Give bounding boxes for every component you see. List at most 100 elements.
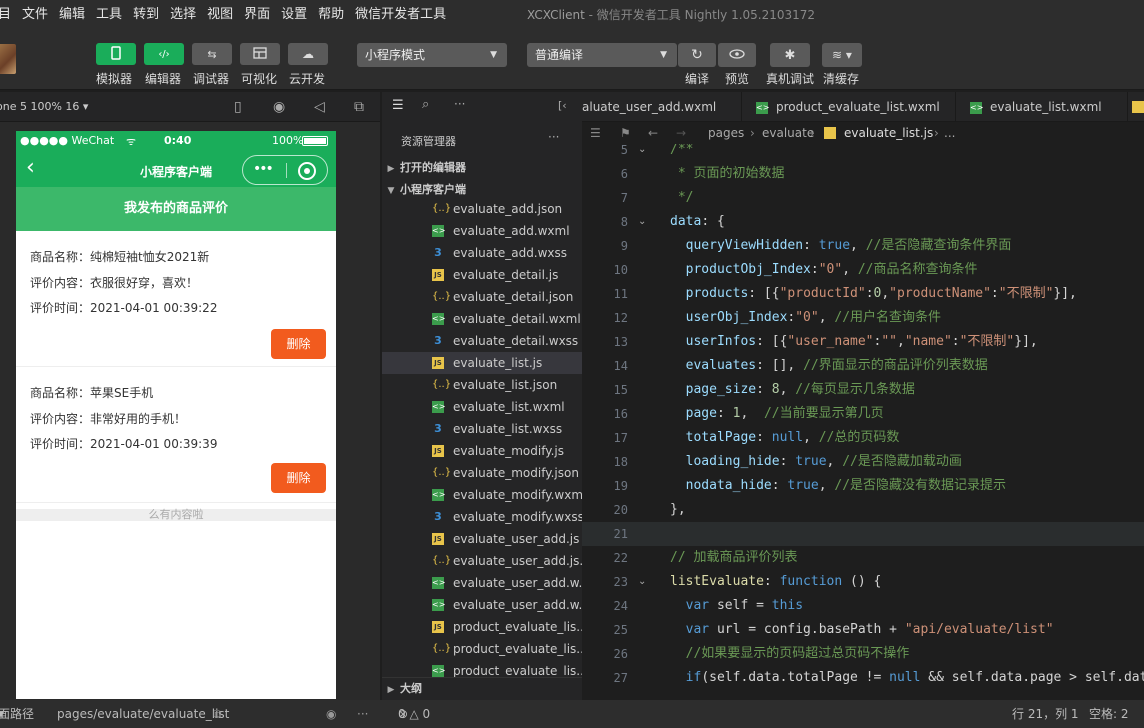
- file-item[interactable]: JS evaluate_modify.js: [382, 440, 582, 462]
- explorer-icon[interactable]: ☰: [392, 98, 404, 113]
- line-number: 10: [613, 263, 628, 277]
- breadcrumb-pages[interactable]: pages: [708, 122, 744, 144]
- tab-product-evaluate-list-wxml[interactable]: <> product_evaluate_list.wxml: [744, 92, 956, 122]
- file-item[interactable]: <> evaluate_modify.wxml: [382, 484, 582, 506]
- tab-evaluate-user-add-wxml[interactable]: aluate_user_add.wxml: [582, 92, 742, 122]
- file-item[interactable]: 3 evaluate_add.wxss: [382, 242, 582, 264]
- phone-icon[interactable]: ▯: [234, 99, 242, 115]
- menu-item-help[interactable]: 帮助: [313, 0, 350, 30]
- section-outline[interactable]: ▶ 大纲: [382, 677, 582, 699]
- capsule-menu[interactable]: •••: [242, 155, 328, 185]
- code-token: self =: [709, 598, 772, 613]
- json-file-icon: {..}: [432, 467, 452, 478]
- file-item[interactable]: {..} evaluate_modify.json: [382, 462, 582, 484]
- menu-item-goto[interactable]: 转到: [128, 0, 165, 30]
- menu-item-view-menu[interactable]: 视图: [202, 0, 239, 30]
- device-select[interactable]: one 5 100% 16 ▾: [0, 100, 88, 113]
- search-icon[interactable]: ⌕: [422, 97, 429, 112]
- status-time: 0:40: [164, 134, 192, 147]
- file-item[interactable]: <> evaluate_user_add.w...: [382, 572, 582, 594]
- remote-debug-button[interactable]: ✱: [770, 43, 810, 67]
- file-item[interactable]: <> evaluate_add.wxml: [382, 220, 582, 242]
- forward-arrow-icon[interactable]: →: [676, 122, 686, 144]
- file-name: evaluate_modify.wxss: [453, 510, 582, 524]
- cursor-position[interactable]: 行 21，列 1: [1012, 700, 1079, 728]
- file-item[interactable]: <> evaluate_list.wxml: [382, 396, 582, 418]
- fold-chevron-icon[interactable]: ⌄: [638, 570, 646, 594]
- split-editor-icon[interactable]: [‹: [558, 99, 567, 112]
- more-icon[interactable]: ···: [357, 700, 368, 728]
- editor-toggle-button[interactable]: ‹/›: [144, 43, 184, 65]
- file-item[interactable]: 3 evaluate_modify.wxss: [382, 506, 582, 528]
- visual-toggle-button[interactable]: [240, 43, 280, 65]
- wxml-file-icon: <>: [432, 665, 446, 677]
- breadcrumb-evaluate[interactable]: evaluate: [762, 122, 814, 144]
- debugger-toggle-button[interactable]: ⇆: [192, 43, 232, 65]
- explorer-more-icon[interactable]: ···: [548, 130, 559, 144]
- file-item[interactable]: <> evaluate_detail.wxml: [382, 308, 582, 330]
- file-name: evaluate_user_add.js: [453, 532, 580, 546]
- file-item[interactable]: {..} evaluate_list.json: [382, 374, 582, 396]
- file-item[interactable]: 3 evaluate_detail.wxss: [382, 330, 582, 352]
- avatar[interactable]: [0, 44, 16, 74]
- menu-item-tools[interactable]: 工具: [91, 0, 128, 30]
- more-icon[interactable]: ···: [454, 97, 465, 111]
- close-miniprogram-icon[interactable]: [298, 162, 316, 180]
- code-editor[interactable]: 5 ⌄/** 6 * 页面的初始数据 7 */8 ⌄ data: {9 queryView…: [582, 144, 1144, 700]
- more-dots-icon[interactable]: •••: [253, 161, 274, 177]
- file-item[interactable]: {..} evaluate_user_add.js...: [382, 550, 582, 572]
- eye-icon[interactable]: ◉: [326, 700, 336, 728]
- file-item[interactable]: {..} evaluate_detail.json: [382, 286, 582, 308]
- menu-item-interface[interactable]: 界面: [239, 0, 276, 30]
- simulator-toggle-button[interactable]: [96, 43, 136, 65]
- menu-item-file[interactable]: 文件: [17, 0, 54, 30]
- code-token: //用户名查询条件: [834, 310, 942, 325]
- compile-button[interactable]: ↻: [678, 43, 716, 67]
- record-icon[interactable]: ◉: [273, 99, 285, 115]
- chevron-right-icon: ▶: [387, 685, 395, 695]
- wxml-file-icon: <>: [432, 313, 446, 325]
- menu-item-select[interactable]: 选择: [165, 0, 202, 30]
- file-item[interactable]: 3 evaluate_list.wxss: [382, 418, 582, 440]
- file-item[interactable]: {..} evaluate_add.json: [382, 198, 582, 220]
- volume-icon[interactable]: ◁: [314, 99, 325, 115]
- file-name: product_evaluate_lis...: [453, 620, 582, 634]
- popout-icon[interactable]: ⧉: [354, 99, 364, 115]
- code-token: //如果要显示的页码超过总页码不操作: [670, 646, 910, 661]
- file-item[interactable]: JS evaluate_user_add.js: [382, 528, 582, 550]
- code-text: queryViewHidden: true, //是否隐藏查询条件界面: [670, 234, 1012, 258]
- file-name: evaluate_modify.js: [453, 444, 565, 458]
- back-arrow-icon[interactable]: ←: [648, 122, 658, 144]
- tab-evaluate-list-wxml[interactable]: <> evaluate_list.wxml: [958, 92, 1128, 122]
- menu-item-devtools[interactable]: 微信开发者工具: [350, 0, 452, 30]
- code-token: :: [990, 286, 999, 301]
- code-token: function: [779, 574, 843, 589]
- indent-setting[interactable]: 空格: 2: [1089, 700, 1129, 728]
- fold-chevron-icon[interactable]: ⌄: [638, 210, 646, 234]
- breadcrumb-file[interactable]: evaluate_list.js: [844, 122, 933, 144]
- menu-item-settings[interactable]: 设置: [276, 0, 313, 30]
- file-item[interactable]: <> evaluate_user_add.w...: [382, 594, 582, 616]
- bookmark-icon[interactable]: ⚑: [620, 122, 631, 144]
- menu-item-edit[interactable]: 编辑: [54, 0, 91, 30]
- file-item[interactable]: JS product_evaluate_lis...: [382, 616, 582, 638]
- file-item[interactable]: JS evaluate_detail.js: [382, 264, 582, 286]
- delete-button[interactable]: 删除: [271, 329, 326, 359]
- section-open-editors[interactable]: ▶ 打开的编辑器: [382, 157, 582, 179]
- cloud-dev-button[interactable]: ☁: [288, 43, 328, 65]
- page-path-label[interactable]: 面路径 ▾: [0, 700, 34, 728]
- mode-select[interactable]: 小程序模式 ▼: [357, 43, 507, 67]
- copy-icon[interactable]: ⧉: [213, 700, 222, 728]
- list-icon[interactable]: ☰: [590, 122, 601, 144]
- file-item[interactable]: {..} product_evaluate_lis...: [382, 638, 582, 660]
- compile-select[interactable]: 普通编译 ▼: [527, 43, 677, 67]
- code-token: //总的页码数: [818, 430, 900, 445]
- file-name: evaluate_detail.json: [453, 290, 574, 304]
- fold-chevron-icon[interactable]: ⌄: [638, 144, 646, 162]
- delete-button[interactable]: 删除: [271, 463, 326, 493]
- breadcrumb-more[interactable]: ...: [944, 122, 955, 144]
- file-item[interactable]: JS evaluate_list.js: [382, 352, 582, 374]
- clear-cache-button[interactable]: ≋ ▾: [822, 43, 862, 67]
- preview-button[interactable]: [718, 43, 756, 67]
- menu-item-view[interactable]: 目: [0, 0, 17, 30]
